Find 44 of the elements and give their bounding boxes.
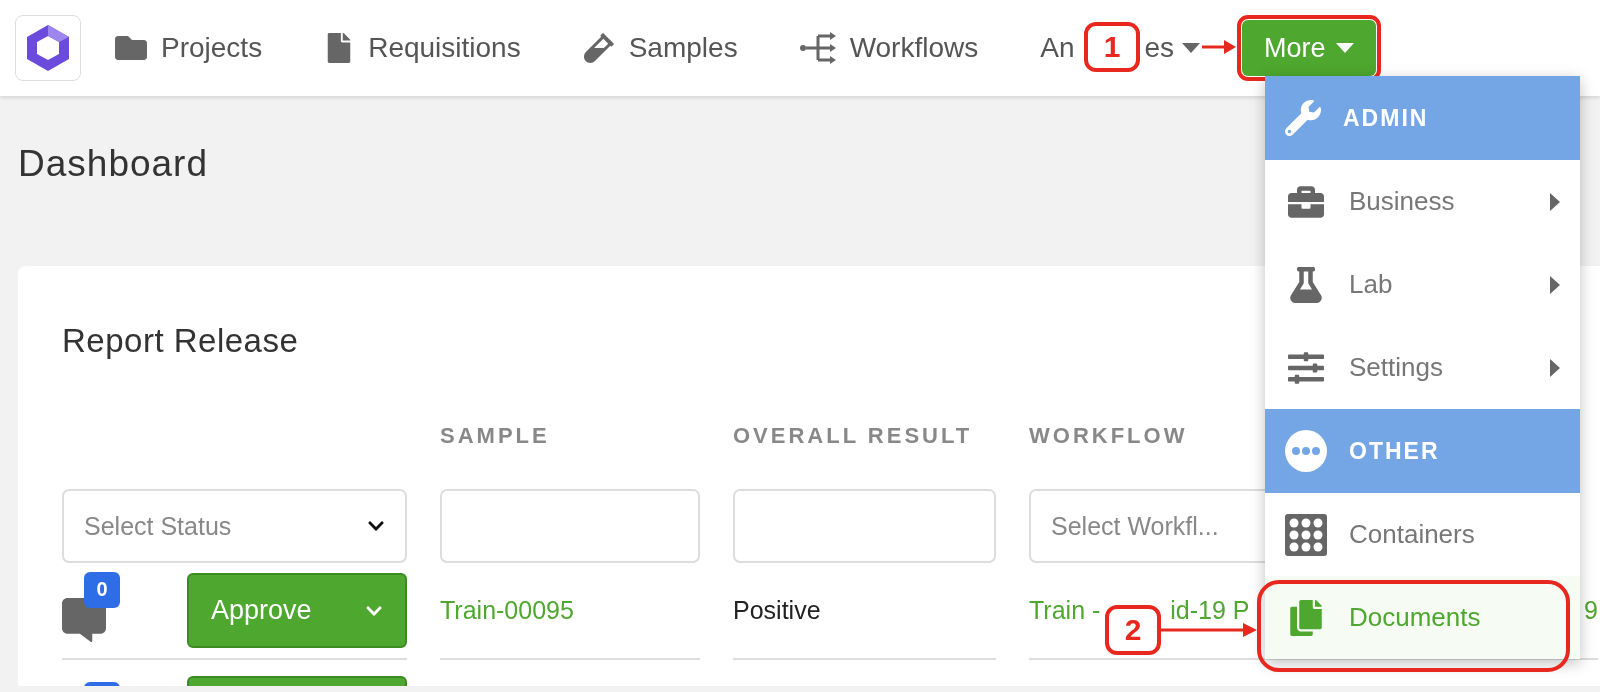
callout-arrow bbox=[1202, 40, 1236, 54]
section-label: OTHER bbox=[1349, 437, 1440, 465]
menu-item[interactable]: Settings bbox=[1265, 326, 1580, 409]
test-tube-icon bbox=[582, 32, 615, 64]
result-filter-field[interactable] bbox=[733, 489, 996, 563]
column-header: SAMPLE bbox=[440, 423, 550, 448]
menu-item[interactable]: Lab bbox=[1265, 243, 1580, 326]
app-logo[interactable] bbox=[15, 15, 81, 81]
callout-number: 2 bbox=[1105, 605, 1161, 655]
flask-icon bbox=[1288, 266, 1324, 303]
sample-link[interactable]: Train-00095 bbox=[440, 596, 574, 625]
grid-icon bbox=[1285, 513, 1327, 556]
column-header: WORKFLOW bbox=[1029, 423, 1188, 448]
briefcase-icon bbox=[1288, 183, 1324, 220]
nav-link[interactable]: Samples bbox=[582, 32, 738, 64]
sliders-icon bbox=[1288, 349, 1324, 386]
callout-number: 1 bbox=[1084, 22, 1140, 72]
page-title: Dashboard bbox=[18, 142, 208, 186]
ellipsis-icon bbox=[1285, 430, 1327, 472]
column-4-text[interactable]: 9 bbox=[1584, 596, 1598, 625]
nav-link[interactable]: Projects bbox=[115, 32, 263, 64]
workflow-icon bbox=[799, 32, 836, 64]
nav-link[interactable]: Requisitions bbox=[324, 32, 521, 64]
workflow-link[interactable]: Train - bbox=[1029, 596, 1101, 625]
caret-icon bbox=[1182, 43, 1201, 53]
section-label: ADMIN bbox=[1343, 104, 1429, 132]
menu-item[interactable]: Business bbox=[1265, 160, 1580, 243]
caret-icon bbox=[1335, 43, 1354, 53]
status-select[interactable]: Select Status bbox=[62, 489, 407, 563]
card-title: Report Release bbox=[62, 321, 299, 361]
nav-link[interactable]: Workflows bbox=[799, 32, 979, 64]
nav-link[interactable]: An bbox=[1040, 32, 1075, 64]
result-text: Positive bbox=[733, 596, 821, 625]
column-header: OVERALL RESULT bbox=[733, 423, 973, 448]
approve-button[interactable]: Approve bbox=[187, 573, 407, 648]
documents-icon bbox=[1288, 599, 1324, 636]
hexagon-logo-icon bbox=[27, 25, 69, 71]
nav-link[interactable]: es bbox=[1144, 32, 1175, 64]
menu-item[interactable]: Containers bbox=[1265, 493, 1580, 576]
workflow-link[interactable]: id-19 P bbox=[1170, 596, 1250, 625]
sample-filter-field[interactable] bbox=[440, 489, 700, 563]
wrench-icon bbox=[1285, 100, 1321, 136]
comment-count-badge: 0 bbox=[84, 571, 120, 608]
menu-item[interactable]: Documents bbox=[1265, 576, 1580, 659]
